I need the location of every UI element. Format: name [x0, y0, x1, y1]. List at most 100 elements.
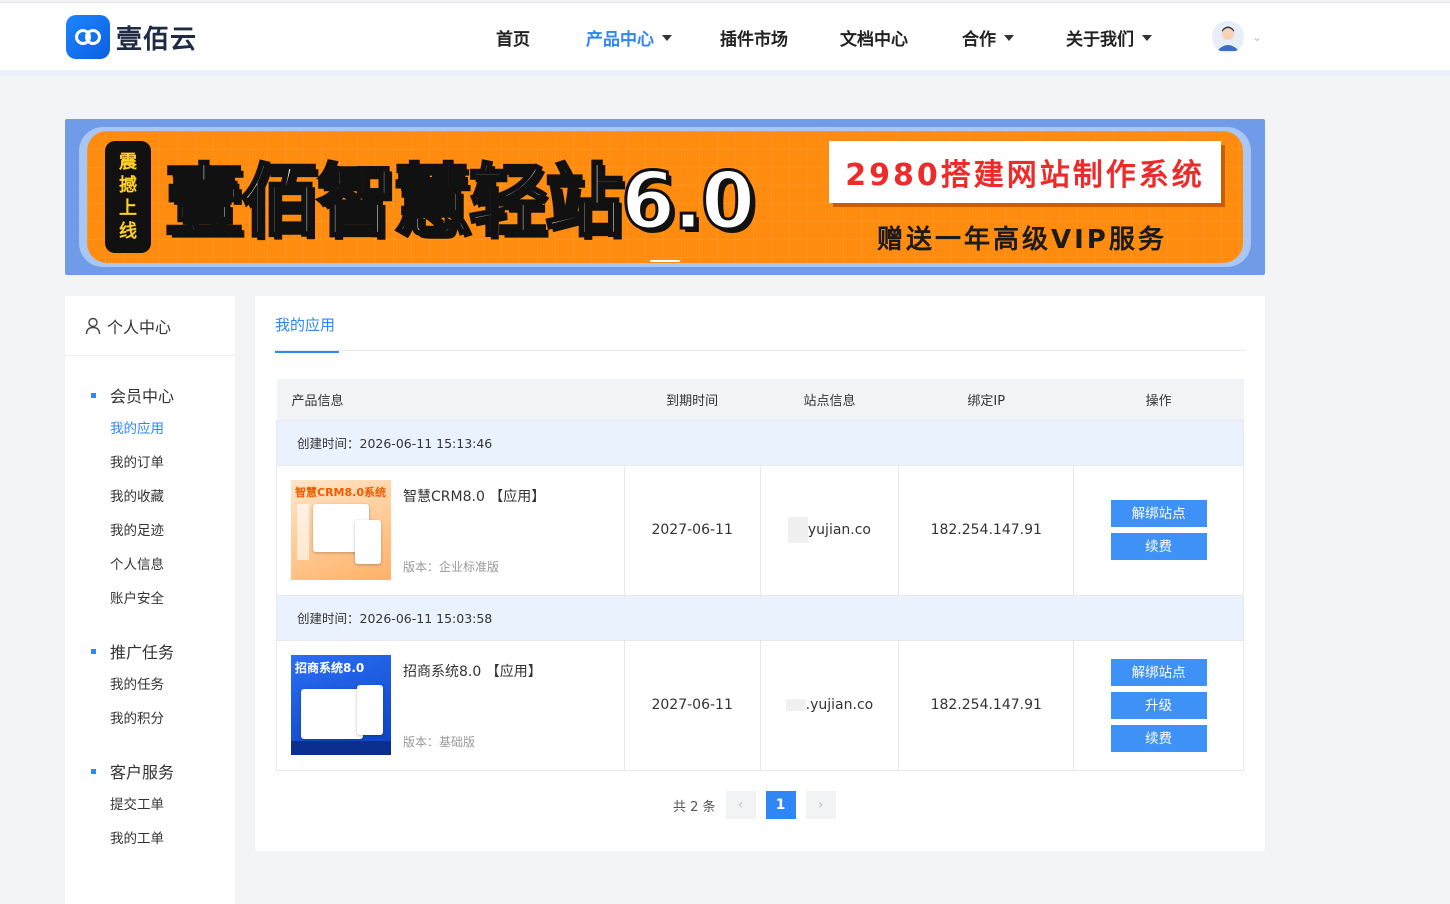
col-header-expire: 到期时间	[624, 379, 761, 420]
bullet-icon	[91, 768, 96, 774]
sidebar-item-favorites[interactable]: 我的收藏	[65, 480, 235, 514]
product-version: 版本：企业标准版	[403, 559, 500, 574]
carousel-indicator[interactable]	[650, 260, 680, 262]
user-menu[interactable]: ⌄	[1212, 21, 1262, 53]
nav-item-cooperation[interactable]: 合作	[962, 25, 1014, 50]
badge-char: 上	[119, 198, 137, 219]
product-cell: 智慧CRM8.0系统 智慧CRM8.0 【应用】 版本：企业标准版	[276, 464, 625, 596]
product-name[interactable]: 招商系统8.0 【应用】	[403, 661, 542, 681]
total-count: 共 2 条	[673, 799, 716, 815]
upgrade-button[interactable]: 升级	[1110, 691, 1207, 719]
next-page-button[interactable]: ›	[805, 791, 836, 819]
sidebar-item-orders[interactable]: 我的订单	[65, 446, 235, 480]
page-number-button[interactable]: 1	[765, 791, 796, 819]
mock-phone-image	[355, 519, 381, 564]
product-cell: 招商系统8.0 招商系统8.0 【应用】 版本：基础版	[276, 639, 625, 771]
unbind-site-button[interactable]: 解绑站点	[1110, 500, 1207, 527]
tab-bar: 我的应用	[275, 296, 1245, 353]
prev-page-button[interactable]: ‹	[725, 791, 756, 819]
apps-table: 产品信息 到期时间 站点信息 绑定IP 操作 创建时间：2026-06-11 1…	[276, 379, 1244, 771]
site-domain[interactable]: yujian.co	[808, 522, 871, 538]
badge-char: 震	[119, 152, 137, 173]
mock-screen-image	[301, 688, 363, 739]
logo-mark-icon	[66, 15, 110, 59]
group-title-label: 客户服务	[110, 763, 175, 782]
product-version: 版本：基础版	[403, 734, 476, 749]
sidebar-group-title: 客户服务	[65, 760, 235, 782]
nav-label: 产品中心	[586, 30, 654, 50]
expire-date: 2027-06-11	[623, 639, 761, 771]
renew-button[interactable]: 续费	[1110, 533, 1207, 560]
nav-item-about[interactable]: 关于我们	[1066, 25, 1152, 50]
sidebar-header: 个人中心	[65, 296, 235, 356]
product-thumbnail[interactable]: 招商系统8.0	[291, 654, 391, 755]
mock-phone-image	[357, 684, 383, 735]
caret-down-icon	[1004, 34, 1014, 41]
promo-banner[interactable]: 震 撼 上 线 壹佰智慧轻站6.0 2980搭建网站制作系统 赠送一年高级VIP…	[65, 119, 1265, 275]
gift-text: 赠送一年高级VIP服务	[877, 225, 1167, 255]
redacted-mask	[785, 699, 806, 711]
nav-item-products[interactable]: 产品中心	[586, 25, 672, 50]
nav-label: 插件市场	[720, 30, 788, 50]
created-time: 创建时间：2026-06-11 15:03:58	[276, 594, 1244, 641]
sidebar-item-submit-ticket[interactable]: 提交工单	[65, 788, 235, 822]
sidebar-header-label: 个人中心	[107, 317, 172, 337]
nav-label: 关于我们	[1066, 30, 1134, 50]
mock-features-image	[297, 503, 309, 560]
caret-down-icon	[662, 34, 672, 41]
sidebar-group-title: 会员中心	[65, 384, 235, 406]
sidebar-item-my-tickets[interactable]: 我的工单	[65, 822, 235, 856]
bullet-icon	[91, 648, 96, 654]
chevron-down-icon: ⌄	[1252, 30, 1263, 44]
sidebar-item-points[interactable]: 我的积分	[65, 702, 235, 736]
brand-logo[interactable]: 壹佰云	[66, 15, 216, 59]
user-icon	[85, 317, 101, 334]
table-group-row: 创建时间：2026-06-11 15:03:58	[276, 594, 1244, 641]
site-cell: yujian.co	[759, 464, 900, 596]
renew-button[interactable]: 续费	[1110, 724, 1207, 752]
mock-footer-image	[291, 740, 391, 755]
sidebar-item-profile[interactable]: 个人信息	[65, 548, 235, 582]
unbind-site-button[interactable]: 解绑站点	[1110, 658, 1207, 686]
thumbnail-title: 智慧CRM8.0系统	[295, 485, 386, 499]
nav-item-docs[interactable]: 文档中心	[840, 25, 908, 50]
redacted-mask	[787, 517, 808, 543]
bound-ip: 182.254.147.91	[898, 464, 1075, 596]
thumbnail-title: 招商系统8.0	[295, 660, 365, 675]
table-group-row: 创建时间：2026-06-11 15:13:46	[276, 419, 1244, 466]
actions-cell: 解绑站点 续费	[1073, 464, 1244, 596]
table-header-row: 产品信息 到期时间 站点信息 绑定IP 操作	[276, 379, 1244, 420]
site-domain[interactable]: .yujian.co	[806, 697, 874, 713]
tab-my-apps[interactable]: 我的应用	[275, 314, 339, 353]
launch-badge: 震 撼 上 线	[105, 141, 151, 253]
table-row: 招商系统8.0 招商系统8.0 【应用】 版本：基础版 2027-06-11 .…	[276, 639, 1244, 771]
col-header-product: 产品信息	[276, 379, 625, 420]
badge-char: 线	[119, 221, 137, 242]
bound-ip: 182.254.147.91	[898, 639, 1075, 771]
nav-label: 文档中心	[840, 30, 908, 50]
price-box: 2980搭建网站制作系统	[829, 141, 1221, 203]
product-thumbnail[interactable]: 智慧CRM8.0系统	[291, 479, 391, 580]
sidebar-group-promotion: 推广任务 我的任务 我的积分	[65, 640, 235, 736]
nav-label: 首页	[496, 30, 530, 50]
sidebar-item-footprints[interactable]: 我的足迹	[65, 514, 235, 548]
pagination: 共 2 条 ‹ 1 ›	[673, 791, 836, 819]
sidebar-item-tasks[interactable]: 我的任务	[65, 668, 235, 702]
nav-item-plugins[interactable]: 插件市场	[720, 25, 788, 50]
actions-cell: 解绑站点 升级 续费	[1073, 639, 1244, 771]
col-header-actions: 操作	[1073, 379, 1244, 420]
nav-label: 合作	[962, 30, 996, 50]
main-panel: 我的应用 产品信息 到期时间 站点信息 绑定IP 操作 创建时间：2026-06…	[255, 296, 1265, 851]
sidebar-item-security[interactable]: 账户安全	[65, 582, 235, 616]
product-name[interactable]: 智慧CRM8.0 【应用】	[403, 486, 545, 506]
col-header-ip: 绑定IP	[898, 379, 1074, 420]
sidebar-group-title: 推广任务	[65, 640, 235, 662]
col-header-site: 站点信息	[760, 379, 899, 420]
sidebar-group-service: 客户服务 提交工单 我的工单	[65, 760, 235, 856]
nav-item-home[interactable]: 首页	[496, 25, 530, 50]
price-text: 2980搭建网站制作系统	[845, 158, 1205, 193]
badge-char: 撼	[119, 175, 137, 196]
sidebar-item-my-apps[interactable]: 我的应用	[65, 412, 235, 446]
site-cell: .yujian.co	[759, 639, 900, 771]
top-header: 壹佰云 首页 产品中心 插件市场 文档中心 合作 关于我们 ⌄	[0, 2, 1450, 70]
